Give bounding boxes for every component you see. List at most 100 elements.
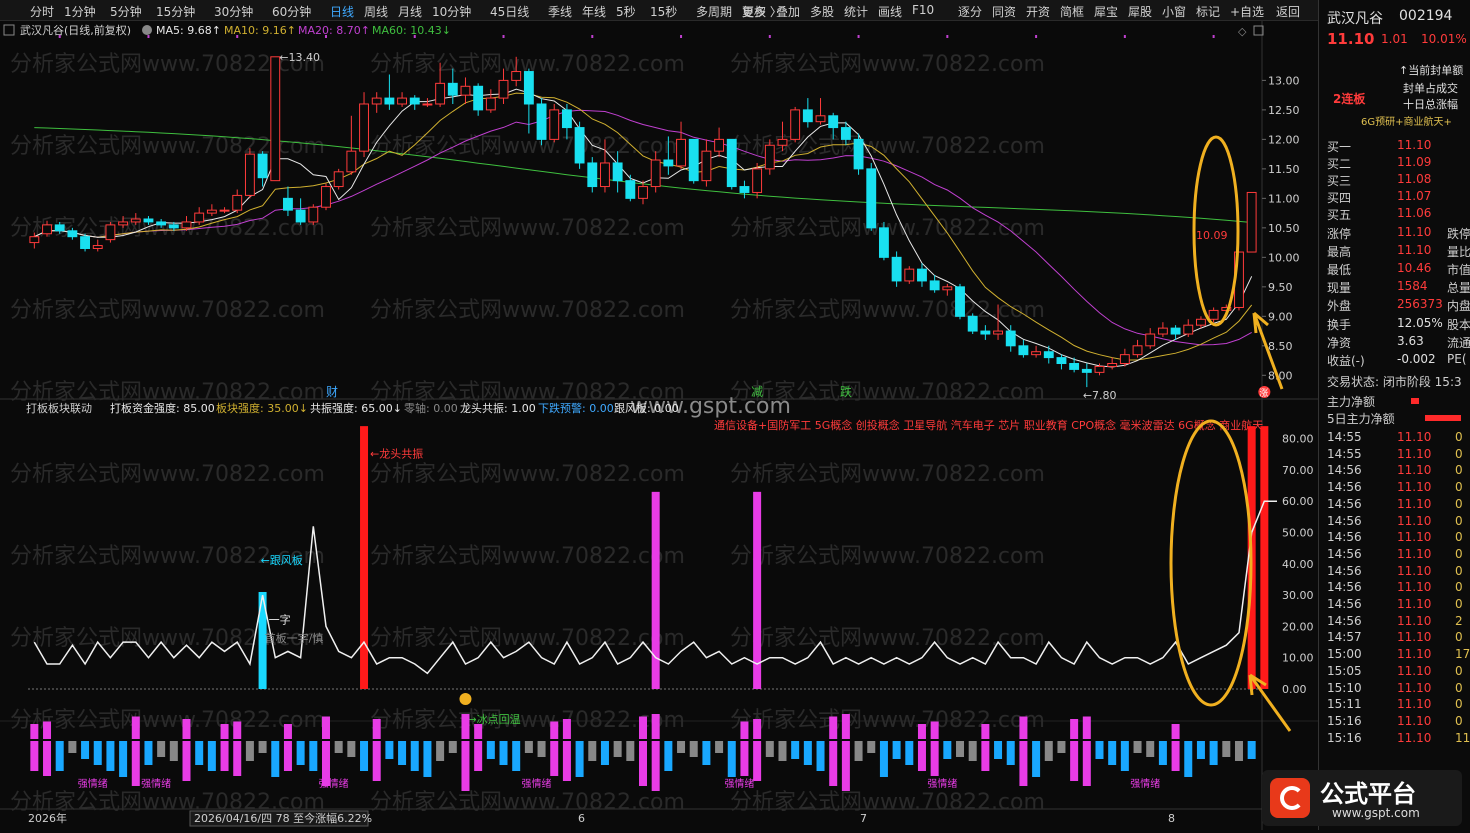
tool-button-1[interactable]: 叠加 (776, 3, 800, 20)
tick-volume: 0 (1455, 430, 1463, 444)
sub-y-tick: 40.00 (1282, 558, 1314, 571)
period-tab-15[interactable]: 多周期 (696, 3, 732, 20)
period-tab-3[interactable]: 15分钟 (156, 3, 195, 20)
watermark-text: 分析家公式网www.70822.com (730, 790, 1045, 815)
candle-body (1132, 345, 1143, 356)
period-tab-2[interactable]: 5分钟 (110, 3, 142, 20)
emotion-bar-down (562, 741, 571, 781)
period-tab-4[interactable]: 30分钟 (214, 3, 253, 20)
emotion-bar-down (981, 741, 990, 771)
quote-panel: 武汉凡谷 002194 11.10 1.01 10.01% ↑当前封单额 封单占… (1318, 0, 1470, 830)
candle-body (980, 330, 991, 335)
emotion-bar-down (461, 741, 470, 791)
emotion-bar-up (321, 716, 330, 739)
sub-y-tick: 30.00 (1282, 589, 1314, 602)
tool-button-15[interactable]: 返回 (1276, 3, 1300, 20)
tick-row: 14:56 11.10 0 (1327, 463, 1470, 479)
event-cai: 财 (326, 385, 338, 399)
emotion-bar-down (778, 741, 787, 761)
watermark-text: 分析家公式网www.70822.com (370, 298, 685, 323)
stat-row: 外盘 256373 内盘 (1327, 297, 1470, 313)
tick-volume: 0 (1455, 546, 1463, 561)
candle-body (1208, 309, 1219, 320)
tool-button-5[interactable]: F10 (912, 3, 934, 17)
tick-row: 14:56 11.10 0 (1327, 514, 1470, 530)
sub-legend-lower: 下跌预警: 0.00 (538, 401, 614, 415)
tool-button-11[interactable]: 犀股 (1128, 3, 1152, 20)
logo-g-icon (1280, 786, 1304, 810)
candle-body (143, 218, 154, 223)
period-tab-14[interactable]: 15秒 (650, 3, 677, 20)
period-tab-9[interactable]: 10分钟 (432, 3, 471, 20)
tool-button-2[interactable]: 多股 (810, 3, 834, 20)
tool-button-4[interactable]: 画线 (878, 3, 902, 20)
candle-body (536, 103, 547, 140)
period-tab-12[interactable]: 年线 (582, 3, 606, 20)
candle-body (92, 245, 103, 249)
emotion-bar-down (651, 741, 660, 791)
emotion-bar-down (30, 741, 39, 771)
tick-price: 11.10 (1397, 680, 1432, 695)
signal-dot (768, 35, 771, 38)
tool-button-9[interactable]: 简框 (1060, 3, 1084, 20)
tool-button-10[interactable]: 犀宝 (1094, 3, 1118, 20)
sub-y-tick: 50.00 (1282, 527, 1314, 540)
period-tab-10[interactable]: 45日线 (490, 3, 529, 20)
signal-dot (502, 35, 505, 38)
tool-button-12[interactable]: 小窗 (1162, 3, 1186, 20)
tick-time: 14:56 (1327, 530, 1362, 545)
period-tab-5[interactable]: 60分钟 (272, 3, 311, 20)
watermark-text: 分析家公式网www.70822.com (370, 462, 685, 487)
emotion-bar-down (233, 741, 242, 776)
bid-price: 11.10 (1397, 138, 1432, 152)
emotion-label: 强情绪 (1130, 777, 1160, 790)
tick-volume: 0 (1455, 597, 1463, 611)
watermark-text: 分析家公式网www.70822.com (370, 216, 685, 241)
emotion-bar-down (448, 741, 457, 753)
tool-button-0[interactable]: 复权 (742, 3, 766, 20)
emotion-bar-up (182, 719, 191, 739)
candle-body (232, 194, 243, 211)
tool-button-13[interactable]: 标记 (1196, 3, 1220, 20)
period-tab-0[interactable]: 分时 (30, 3, 54, 20)
tool-button-3[interactable]: 统计 (844, 3, 868, 20)
watermark-text: 分析家公式网www.70822.com (730, 52, 1045, 77)
period-tab-1[interactable]: 1分钟 (64, 3, 96, 20)
tool-button-14[interactable]: +自选 (1230, 3, 1264, 20)
last-price: 11.10 (1327, 30, 1375, 48)
brand-logo: 公式平台 www.gspt.com (1262, 770, 1462, 826)
date-start: 2026年 (28, 811, 67, 825)
period-tab-7[interactable]: 周线 (364, 3, 388, 20)
tick-time: 14:56 (1327, 580, 1362, 595)
emotion-bar-up (1019, 716, 1028, 739)
emotion-bar-down (689, 741, 698, 757)
signal-dot (946, 35, 949, 38)
tool-button-8[interactable]: 开资 (1026, 3, 1050, 20)
emotion-bar-up (841, 714, 850, 739)
tag-10day: 十日总涨幅 (1403, 98, 1458, 111)
candle-body (1107, 363, 1118, 367)
emotion-bar-up (917, 724, 926, 739)
tick-row: 14:56 11.10 0 (1327, 547, 1470, 563)
emotion-bar-down (220, 741, 229, 771)
emotion-bar-up (30, 724, 39, 739)
emotion-bar-down (917, 741, 926, 771)
emotion-bar-down (753, 741, 762, 781)
period-tab-11[interactable]: 季线 (548, 3, 572, 20)
period-tab-13[interactable]: 5秒 (616, 3, 636, 20)
candle-body (422, 103, 433, 106)
tick-volume: 2 (1455, 613, 1463, 628)
emotion-bar-down (207, 741, 216, 771)
stat-row: 最高 11.10 量比 (1327, 243, 1470, 259)
tool-button-7[interactable]: 同资 (992, 3, 1016, 20)
chart-area: 分析家公式网www.70822.com 分析家公式网www.70822.com 分析… (0, 21, 1318, 830)
stat-right-label: 总量 (1447, 281, 1470, 295)
emotion-bar-down (905, 741, 914, 765)
tool-button-6[interactable]: 逐分 (958, 3, 982, 20)
period-tab-8[interactable]: 月线 (398, 3, 422, 20)
emotion-bar-up (233, 721, 242, 739)
bid-row: 买三 11.08 (1327, 172, 1467, 188)
emotion-bar-down (309, 741, 318, 771)
emotion-bar-down (398, 741, 407, 765)
period-tab-6[interactable]: 日线 (330, 3, 354, 20)
